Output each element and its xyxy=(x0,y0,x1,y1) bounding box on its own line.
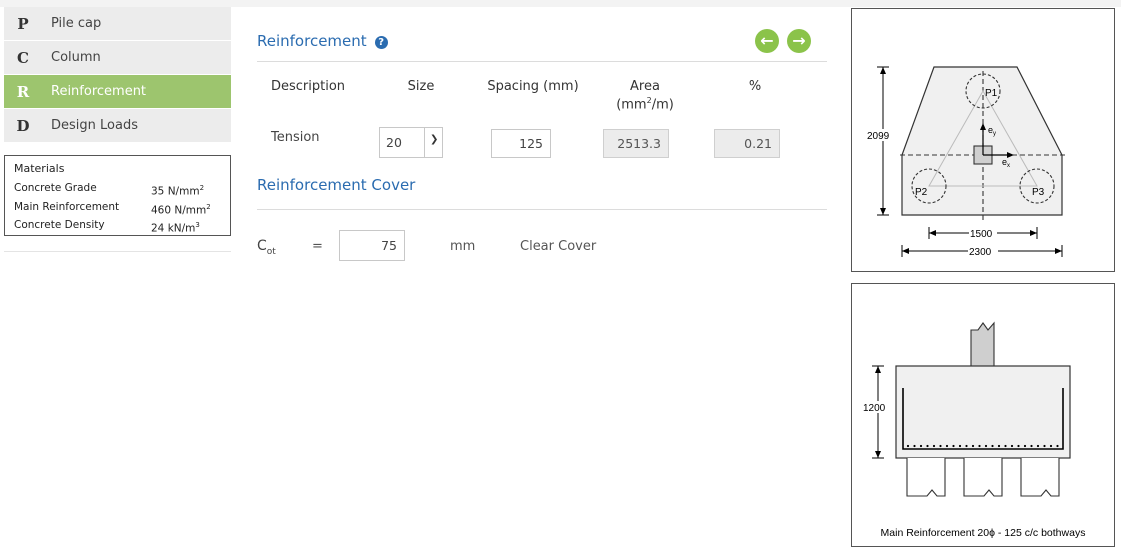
material-value: 24 kN/m3 xyxy=(151,221,200,235)
pile-section-3 xyxy=(1020,458,1060,497)
arrow-right-circle-icon[interactable]: → xyxy=(787,29,811,53)
bar-dot xyxy=(1010,444,1014,448)
bar-dot xyxy=(997,444,1001,448)
cover-description: Clear Cover xyxy=(520,239,597,254)
bar-dot xyxy=(991,444,994,448)
col-header-description: Description xyxy=(271,79,346,94)
cover-unit: mm xyxy=(450,239,476,254)
nav-item-column[interactable]: C Column xyxy=(4,41,231,74)
cover-symbol: Cot xyxy=(257,238,276,257)
percent-field: 0.21 xyxy=(714,129,780,158)
col-header-size: Size xyxy=(407,79,435,94)
dim-height-label: 2099 xyxy=(867,131,890,142)
cover-title: Reinforcement Cover xyxy=(257,176,416,194)
bar-dot xyxy=(939,444,942,448)
nav-label: Pile cap xyxy=(51,16,102,31)
bar-dot xyxy=(926,444,929,448)
bar-dot xyxy=(1049,444,1053,448)
nav-letter: R xyxy=(16,82,30,101)
chevron-down-icon: ❯ xyxy=(430,134,439,145)
bar-dot xyxy=(1004,444,1007,448)
bar-dot xyxy=(984,444,988,448)
bar-dot xyxy=(958,444,962,448)
section-divider xyxy=(257,209,827,210)
pile-section-2 xyxy=(963,458,1003,497)
bar-dot xyxy=(932,444,936,448)
nav-label: Column xyxy=(51,50,101,65)
step-navigation: ← → xyxy=(755,29,811,53)
plan-drawing-panel: P1 P2 P3 ey ex 2099 1500 2300 xyxy=(851,8,1115,272)
size-value: 20 xyxy=(386,135,402,150)
nav-item-design-loads[interactable]: D Design Loads xyxy=(4,109,231,142)
question-circle-icon[interactable]: ? xyxy=(374,36,388,49)
dim-spacing-label: 1500 xyxy=(970,229,993,240)
pile-section-1 xyxy=(906,458,946,497)
bar-dot xyxy=(978,444,981,448)
bar-dot xyxy=(1017,444,1020,448)
pile-label-p1: P1 xyxy=(985,88,998,99)
materials-title: Materials xyxy=(14,162,65,175)
section-divider xyxy=(257,61,827,62)
bar-dot xyxy=(971,444,975,448)
materials-panel: Materials Concrete Grade 35 N/mm2 Main R… xyxy=(4,155,231,236)
top-strip xyxy=(0,0,1121,7)
nav-letter: P xyxy=(17,14,29,33)
cover-input[interactable]: 75 xyxy=(339,230,405,261)
size-select[interactable]: 20 ❯ xyxy=(379,127,443,158)
col-header-spacing: Spacing (mm) xyxy=(487,79,579,94)
material-value: 35 N/mm2 xyxy=(151,184,205,198)
section-caption: Main Reinforcement 20ϕ - 125 c/c bothway… xyxy=(881,527,1086,539)
col-header-area: Area (mm2/m) xyxy=(616,79,674,113)
bar-dot xyxy=(919,444,923,448)
nav-item-pile-cap[interactable]: P Pile cap xyxy=(4,7,231,40)
bar-dot xyxy=(1030,444,1033,448)
select-divider xyxy=(424,128,425,157)
bar-dot xyxy=(945,444,949,448)
col-header-percent: % xyxy=(748,79,762,94)
bar-dot xyxy=(1056,444,1059,448)
section-drawing-panel: 1200 Main Reinforcement 20ϕ - 125 c/c bo… xyxy=(851,283,1115,547)
nav-label: Reinforcement xyxy=(51,84,147,99)
material-row: Concrete Grade 35 N/mm2 xyxy=(14,181,221,200)
nav-letter: D xyxy=(16,116,30,135)
bar-dot xyxy=(1043,444,1046,448)
nav-letter: C xyxy=(17,48,29,67)
section-drawing: 1200 Main Reinforcement 20ϕ - 125 c/c bo… xyxy=(862,321,1086,539)
material-row: Main Reinforcement 460 N/mm2 xyxy=(14,200,221,219)
area-field: 2513.3 xyxy=(603,129,669,158)
column-stub xyxy=(970,321,995,367)
sidebar-nav: P Pile cap C Column R Reinforcement D De… xyxy=(4,7,231,143)
bar-dot xyxy=(1036,444,1040,448)
equals-sign: = xyxy=(312,239,323,254)
arrow-left-circle-icon[interactable]: ← xyxy=(755,29,779,53)
bar-dot xyxy=(913,444,916,448)
nav-item-reinforcement[interactable]: R Reinforcement xyxy=(4,75,231,108)
reinforcement-title: Reinforcement? xyxy=(257,32,388,50)
spacing-input[interactable]: 125 xyxy=(491,129,551,158)
material-row: Concrete Density 24 kN/m3 xyxy=(14,218,221,237)
sidebar-divider xyxy=(4,251,231,252)
bar-dot xyxy=(1023,444,1027,448)
material-label: Main Reinforcement xyxy=(14,200,120,213)
row-label-tension: Tension xyxy=(271,130,320,145)
material-label: Concrete Density xyxy=(14,219,105,231)
material-value: 460 N/mm2 xyxy=(151,202,211,217)
nav-label: Design Loads xyxy=(51,118,138,133)
dim-width-label: 2300 xyxy=(969,247,992,258)
material-label: Concrete Grade xyxy=(14,182,97,194)
pile-cap-section xyxy=(895,365,1071,459)
bar-dot xyxy=(965,444,968,448)
plan-drawing: P1 P2 P3 ey ex 2099 1500 2300 xyxy=(866,66,1066,258)
pile-label-p3: P3 xyxy=(1032,187,1045,198)
pile-label-p2: P2 xyxy=(915,187,928,198)
dim-depth-label: 1200 xyxy=(863,403,886,414)
bar-dot xyxy=(906,444,910,448)
bar-dot xyxy=(952,444,955,448)
